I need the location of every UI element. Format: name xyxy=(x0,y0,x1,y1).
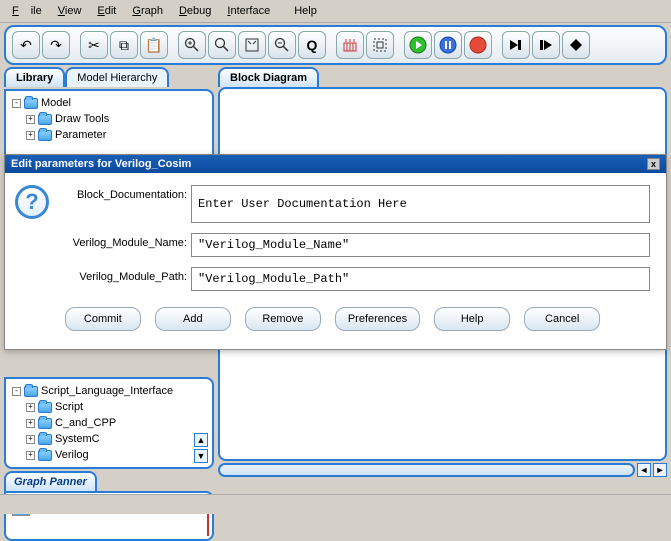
folder-icon xyxy=(38,402,52,413)
menu-file[interactable]: File xyxy=(6,3,48,19)
tab-block-diagram[interactable]: Block Diagram xyxy=(218,67,319,87)
scroll-down-icon[interactable]: ▼ xyxy=(194,449,208,463)
canvas-hscroll[interactable]: ◄ ► xyxy=(218,463,667,477)
pause-button[interactable] xyxy=(434,31,462,59)
statusbar xyxy=(0,494,671,514)
tree-node-script[interactable]: + Script xyxy=(26,399,206,415)
tree-node-systemc[interactable]: + SystemC xyxy=(26,431,206,447)
menu-debug[interactable]: Debug xyxy=(173,3,217,19)
redo-button[interactable]: ↷ xyxy=(42,31,70,59)
tree-node-parameter[interactable]: + Parameter xyxy=(26,127,206,143)
tree-node-model[interactable]: - Model xyxy=(12,95,206,111)
folder-icon xyxy=(38,114,52,125)
dialog-title: Edit parameters for Verilog_Cosim xyxy=(11,158,191,170)
expander-icon[interactable]: + xyxy=(26,131,35,140)
folder-icon xyxy=(38,450,52,461)
tree-lower: - Script_Language_Interface + Script + C_a… xyxy=(6,379,212,467)
menu-view[interactable]: View xyxy=(52,3,88,19)
tree-label: Script_Language_Interface xyxy=(41,383,173,399)
expander-icon[interactable]: + xyxy=(26,451,35,460)
verilog-module-name-input[interactable] xyxy=(191,233,650,257)
expander-icon[interactable]: + xyxy=(26,435,35,444)
add-button[interactable]: Add xyxy=(155,307,231,331)
cancel-button[interactable]: Cancel xyxy=(524,307,600,331)
expander-icon[interactable]: - xyxy=(12,387,21,396)
step-fwd-button[interactable] xyxy=(502,31,530,59)
tab-model-hierarchy[interactable]: Model Hierarchy xyxy=(65,67,169,87)
fullscreen-button[interactable] xyxy=(366,31,394,59)
undo-button[interactable]: ↶ xyxy=(12,31,40,59)
expander-icon[interactable]: + xyxy=(26,403,35,412)
tree-node-sli[interactable]: - Script_Language_Interface xyxy=(12,383,206,399)
dialog-titlebar[interactable]: Edit parameters for Verilog_Cosim x xyxy=(5,155,666,173)
menu-edit[interactable]: Edit xyxy=(91,3,122,19)
menu-interface[interactable]: Interface xyxy=(221,3,276,19)
step-to-button[interactable] xyxy=(532,31,560,59)
preferences-button[interactable]: Preferences xyxy=(335,307,420,331)
menubar: File View Edit Graph Debug Interface Hel… xyxy=(0,0,671,23)
tree-label: Model xyxy=(41,95,71,111)
doc-label: Block_Documentation: xyxy=(57,185,187,201)
name-label: Verilog_Module_Name: xyxy=(57,233,187,249)
copy-button[interactable]: ⧉ xyxy=(110,31,138,59)
tree-label: SystemC xyxy=(55,431,100,447)
zoom-fit-button[interactable] xyxy=(238,31,266,59)
paste-button[interactable]: 📋 xyxy=(140,31,168,59)
expander-icon[interactable]: + xyxy=(26,115,35,124)
zoom-area-button[interactable] xyxy=(208,31,236,59)
stop-button[interactable] xyxy=(464,31,492,59)
zoom-in-button[interactable] xyxy=(178,31,206,59)
tree-label: C_and_CPP xyxy=(55,415,116,431)
dialog-close-icon[interactable]: x xyxy=(647,158,660,170)
menu-graph[interactable]: Graph xyxy=(126,3,169,19)
tree-label: Script xyxy=(55,399,83,415)
scroll-left-icon[interactable]: ◄ xyxy=(637,463,651,477)
folder-icon xyxy=(24,98,38,109)
help-icon: ? xyxy=(15,185,49,219)
tree-node-drawtools[interactable]: + Draw Tools xyxy=(26,111,206,127)
verilog-module-path-input[interactable] xyxy=(191,267,650,291)
menu-help[interactable]: Help xyxy=(288,3,323,19)
commit-button[interactable]: Commit xyxy=(65,307,141,331)
cut-button[interactable]: ✂ xyxy=(80,31,108,59)
folder-icon xyxy=(38,434,52,445)
folder-icon xyxy=(38,130,52,141)
play-button[interactable] xyxy=(404,31,432,59)
tree-node-ccpp[interactable]: + C_and_CPP xyxy=(26,415,206,431)
tree-label: Draw Tools xyxy=(55,111,109,127)
tree-upper: - Model + Draw Tools + Parameter xyxy=(6,91,212,147)
path-label: Verilog_Module_Path: xyxy=(57,267,187,283)
tree-scrollbar[interactable]: ▲ ▼ xyxy=(194,433,208,463)
scroll-track[interactable] xyxy=(218,463,635,477)
zoom-out-button[interactable] xyxy=(268,31,296,59)
toolbar: ↶ ↷ ✂ ⧉ 📋 Q xyxy=(4,25,667,65)
expander-icon[interactable]: - xyxy=(12,99,21,108)
scroll-up-icon[interactable]: ▲ xyxy=(194,433,208,447)
help-button[interactable]: Help xyxy=(434,307,510,331)
tree-label: Parameter xyxy=(55,127,106,143)
folder-icon xyxy=(24,386,38,397)
breakpoint-button[interactable] xyxy=(562,31,590,59)
expander-icon[interactable]: + xyxy=(26,419,35,428)
tab-library[interactable]: Library xyxy=(4,67,65,87)
scroll-right-icon[interactable]: ► xyxy=(653,463,667,477)
folder-icon xyxy=(38,418,52,429)
block-documentation-input[interactable] xyxy=(191,185,650,223)
remove-button[interactable]: Remove xyxy=(245,307,321,331)
tree-node-verilog[interactable]: + Verilog xyxy=(26,447,206,463)
tree-label: Verilog xyxy=(55,447,89,463)
edit-parameters-dialog: Edit parameters for Verilog_Cosim x ? Bl… xyxy=(4,154,667,350)
grid-button[interactable] xyxy=(336,31,364,59)
zoom-reset-button[interactable]: Q xyxy=(298,31,326,59)
graph-panner-title: Graph Panner xyxy=(4,471,97,491)
